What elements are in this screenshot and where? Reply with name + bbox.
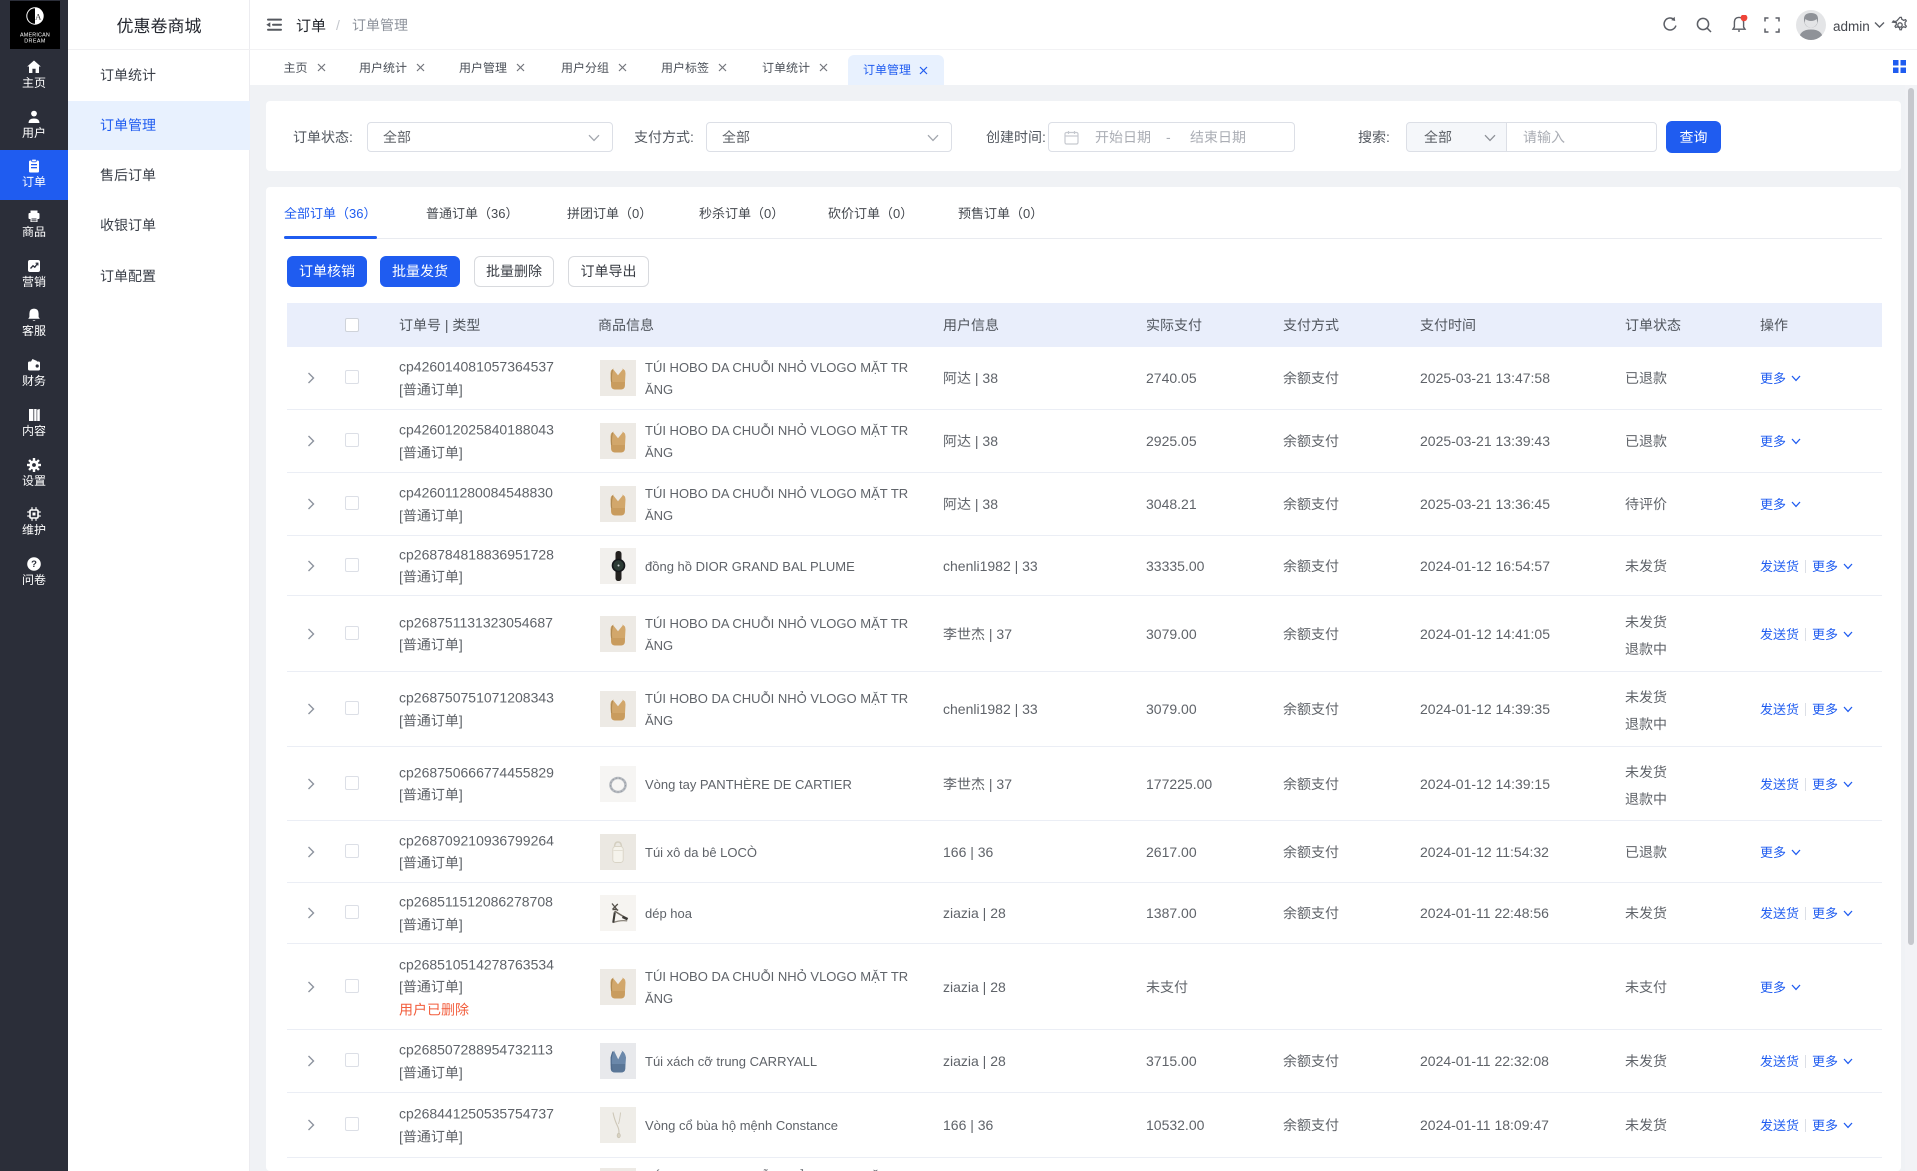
svg-text:A: A — [35, 11, 42, 21]
svg-text:DREAM: DREAM — [24, 37, 46, 45]
svg-text:?: ? — [31, 556, 37, 570]
